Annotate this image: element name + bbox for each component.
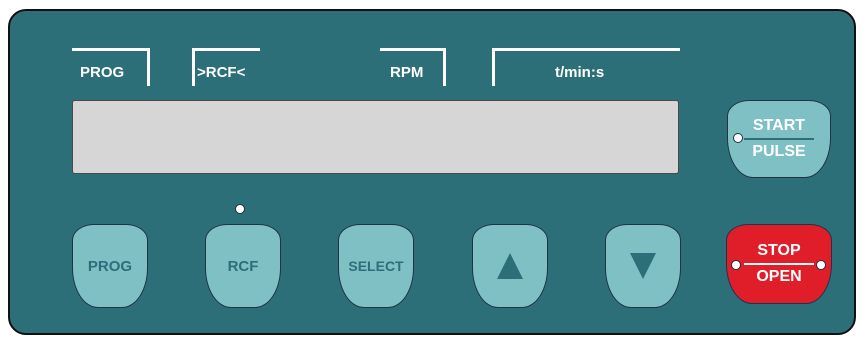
lcd-display: [72, 100, 679, 174]
start-pulse-divider: [744, 138, 814, 140]
down-button[interactable]: [605, 224, 681, 308]
rcf-label-top-line: [192, 48, 260, 51]
pulse-label: PULSE: [752, 143, 806, 160]
start-indicator-led: [733, 133, 743, 143]
stop-left-led: [731, 260, 741, 270]
rcf-button[interactable]: RCF: [205, 224, 281, 308]
stop-right-led: [816, 260, 826, 270]
open-label: OPEN: [756, 268, 802, 285]
start-pulse-stack: START PULSE: [728, 117, 830, 161]
prog-label-right-line: [147, 48, 150, 86]
stop-open-divider: [744, 263, 814, 265]
down-arrow-icon: [630, 253, 656, 279]
prog-button-label: PROG: [87, 257, 133, 275]
rcf-label: >RCF<: [197, 64, 246, 81]
rpm-label-right-line: [443, 48, 446, 86]
rcf-button-label: RCF: [227, 257, 259, 275]
up-button[interactable]: [472, 224, 548, 308]
prog-label-top-line: [72, 48, 150, 51]
rcf-label-left-line: [192, 48, 195, 86]
start-label: START: [752, 117, 806, 134]
select-button[interactable]: SELECT: [338, 224, 414, 308]
stop-label: STOP: [757, 242, 801, 259]
rpm-label-top-line: [380, 48, 446, 51]
rcf-indicator-led: [235, 204, 245, 214]
prog-button[interactable]: PROG: [72, 224, 148, 308]
select-button-label: SELECT: [348, 258, 404, 274]
time-label: t/min:s: [555, 64, 605, 81]
up-arrow-icon: [497, 253, 523, 279]
rpm-label: RPM: [390, 64, 424, 81]
time-label-left-line: [492, 48, 495, 86]
prog-label: PROG: [80, 64, 125, 81]
time-label-top-line: [492, 48, 680, 51]
